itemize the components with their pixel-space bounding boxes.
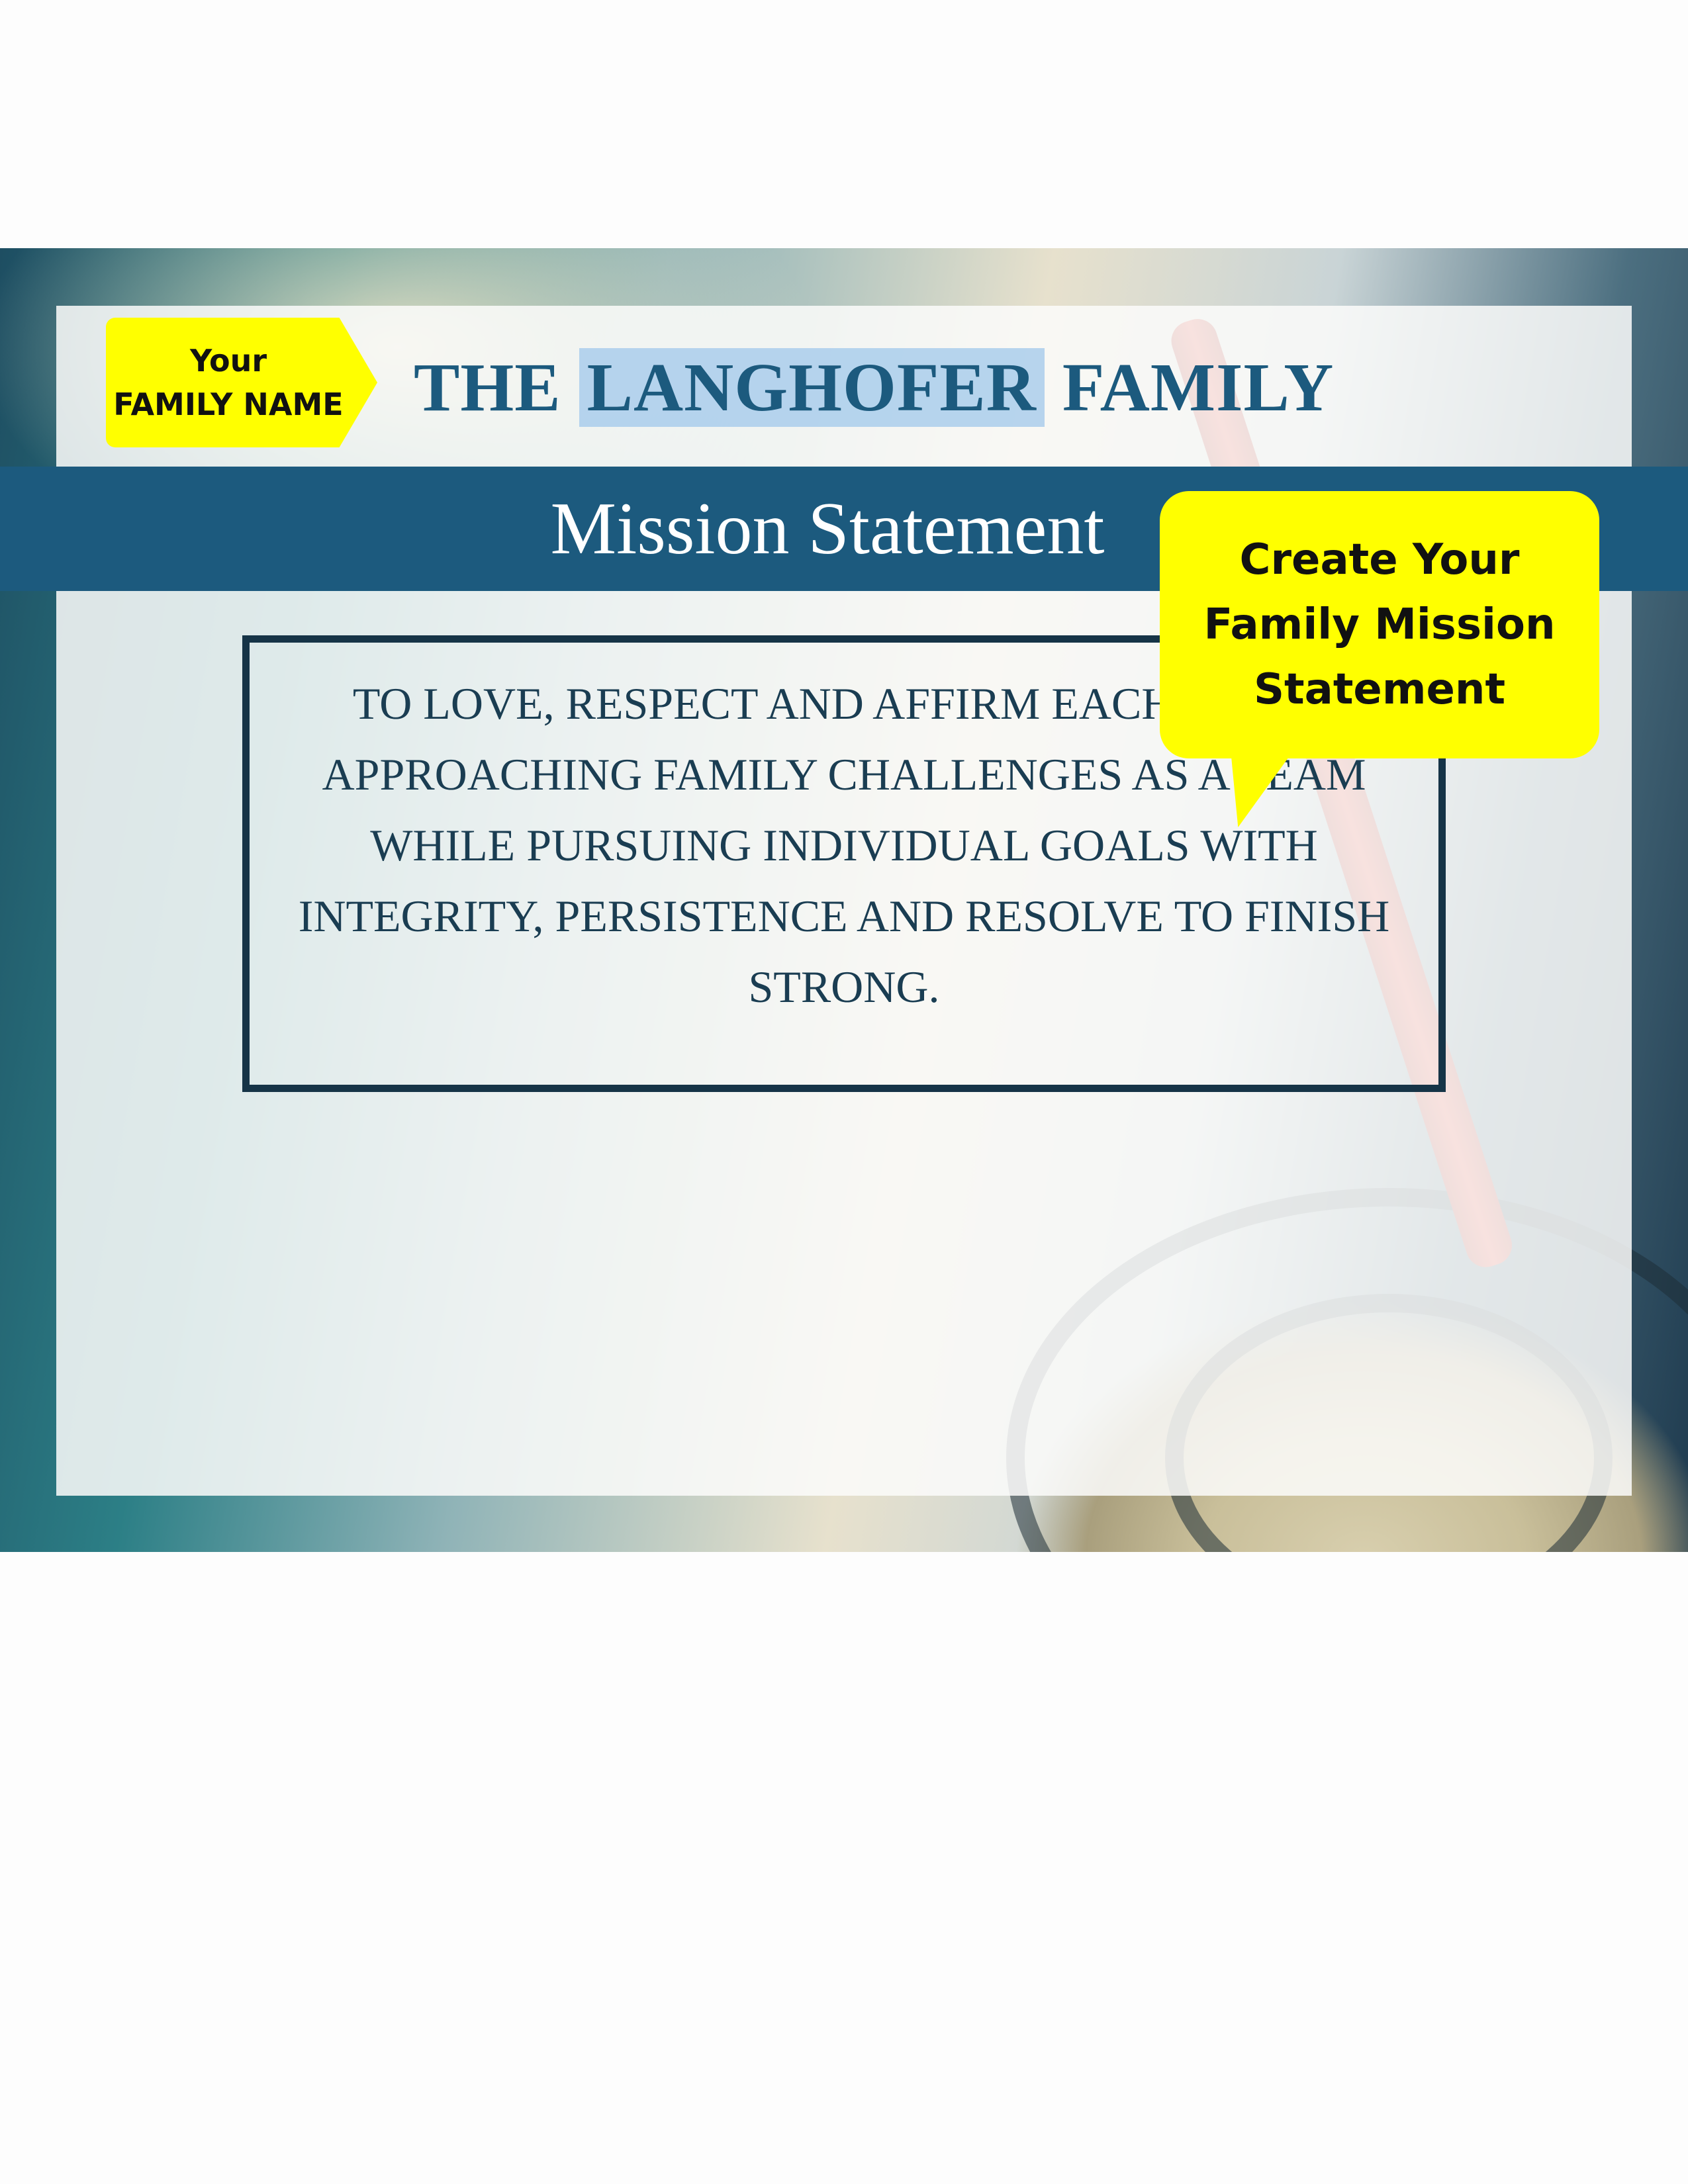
family-title: THE LANGHOFER FAMILY — [414, 338, 1334, 437]
tag-line-1: Your — [189, 343, 267, 379]
family-name-field[interactable]: LANGHOFER — [579, 347, 1045, 427]
create-mission-callout: Create Your Family Mission Statement — [1160, 491, 1599, 758]
family-title-prefix: THE — [414, 349, 579, 426]
family-title-suffix: FAMILY — [1044, 349, 1335, 426]
tag-line-2: FAMILY NAME — [113, 387, 344, 422]
family-name-tag: Your FAMILY NAME — [106, 318, 377, 447]
